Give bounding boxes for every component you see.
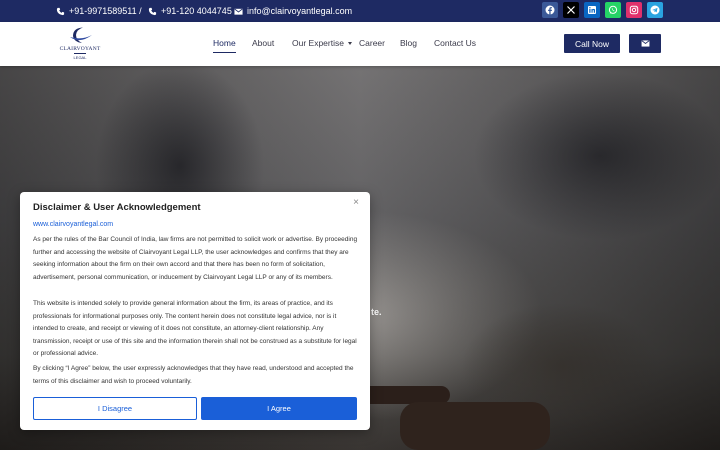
- email-address[interactable]: info@clairvoyantlegal.com: [247, 6, 352, 16]
- social-links: [542, 2, 663, 18]
- close-icon[interactable]: ×: [353, 197, 359, 208]
- phone-number-1[interactable]: +91-9971589511 /: [69, 6, 142, 16]
- envelope-icon: [641, 40, 649, 47]
- phone-contact-2[interactable]: +91-120 4044745: [148, 6, 232, 16]
- phone-icon: [148, 7, 157, 16]
- phone-number-2[interactable]: +91-120 4044745: [161, 6, 232, 16]
- main-navbar: CLAIRVOYANT LEGAL Home About Our Experti…: [0, 22, 720, 66]
- x-twitter-icon[interactable]: [563, 2, 579, 18]
- whatsapp-icon[interactable]: [605, 2, 621, 18]
- caret-down-icon: [347, 42, 352, 46]
- email-contact[interactable]: info@clairvoyantlegal.com: [234, 6, 352, 16]
- disclaimer-paragraph-3: By clicking “I Agree” below, the user ex…: [33, 365, 354, 385]
- disclaimer-paragraph-2: This website is intended solely to provi…: [33, 300, 357, 358]
- nav-about[interactable]: About: [252, 38, 274, 48]
- call-now-button[interactable]: Call Now: [564, 34, 620, 53]
- phone-contact-1[interactable]: +91-9971589511 /: [56, 6, 142, 16]
- linkedin-icon[interactable]: [584, 2, 600, 18]
- facebook-icon[interactable]: [542, 2, 558, 18]
- instagram-icon[interactable]: [626, 2, 642, 18]
- disagree-button[interactable]: I Disagree: [33, 397, 197, 420]
- hero-text-fragment: te.: [371, 307, 382, 317]
- logo-subtitle: LEGAL: [73, 53, 87, 60]
- modal-title: Disclaimer & User Acknowledgement: [33, 202, 201, 213]
- phone-icon: [56, 7, 65, 16]
- site-link[interactable]: www.clairvoyantlegal.com: [33, 221, 113, 228]
- nav-our-expertise-label: Our Expertise: [292, 38, 344, 48]
- nav-our-expertise[interactable]: Our Expertise: [292, 38, 352, 48]
- telegram-icon[interactable]: [647, 2, 663, 18]
- logo-wordmark: CLAIRVOYANT: [59, 46, 101, 52]
- site-logo[interactable]: CLAIRVOYANT LEGAL: [58, 26, 102, 62]
- logo-crescent-icon: [70, 27, 92, 43]
- envelope-icon: [234, 7, 243, 16]
- top-contact-bar: +91-9971589511 / +91-120 4044745 info@cl…: [0, 0, 720, 22]
- disclaimer-modal: Disclaimer & User Acknowledgement × www.…: [20, 192, 370, 430]
- nav-blog[interactable]: Blog: [400, 38, 417, 48]
- nav-career[interactable]: Career: [359, 38, 385, 48]
- nav-contact-us[interactable]: Contact Us: [434, 38, 476, 48]
- email-button[interactable]: [629, 34, 661, 53]
- agree-button[interactable]: I Agree: [201, 397, 357, 420]
- nav-home[interactable]: Home: [213, 38, 236, 53]
- disclaimer-paragraph-1: As per the rules of the Bar Council of I…: [33, 236, 358, 281]
